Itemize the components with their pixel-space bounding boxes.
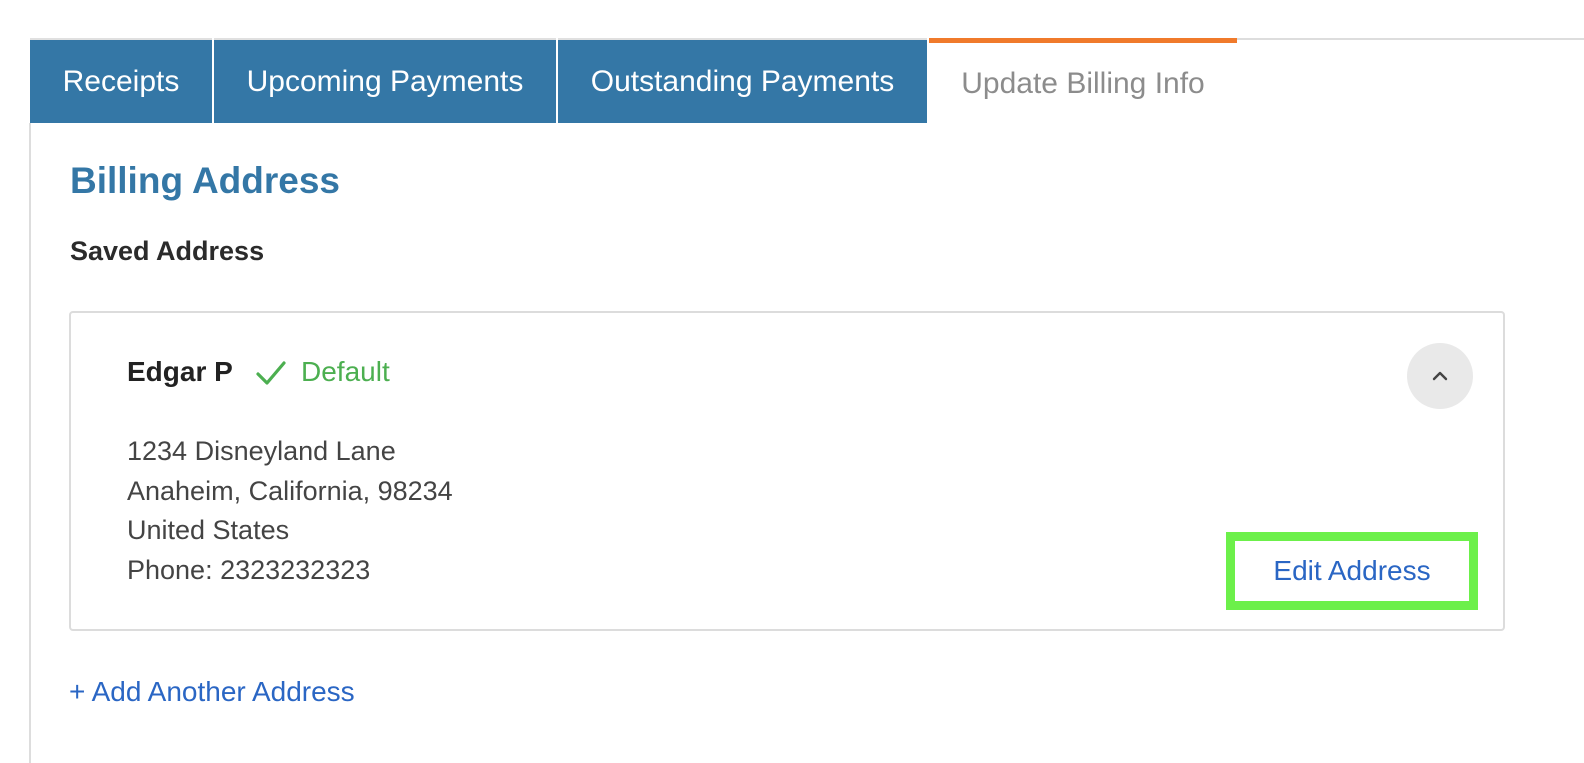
address-line-3: United States [127,515,290,545]
edit-address-link[interactable]: Edit Address [1273,555,1430,587]
default-badge: Default [301,356,390,387]
tab-upcoming-payments[interactable]: Upcoming Payments [214,38,556,123]
collapse-button[interactable] [1407,343,1473,409]
address-line-2: Anaheim, California, 98234 [127,476,453,506]
add-another-address-link[interactable]: + Add Another Address [69,676,355,708]
edit-address-highlight: Edit Address [1226,532,1478,610]
tab-upcoming-payments-label: Upcoming Payments [246,64,524,98]
section-title: Billing Address [70,160,341,201]
tab-outstanding-payments[interactable]: Outstanding Payments [558,38,927,123]
address-line-1: 1234 Disneyland Lane [127,436,396,466]
tab-bar-divider [1237,38,1584,40]
chevron-up-icon [1432,371,1448,381]
address-name: Edgar P [127,356,233,387]
tab-receipts[interactable]: Receipts [30,38,212,123]
saved-address-label: Saved Address [70,236,265,266]
tab-update-billing-info-label: Update Billing Info [961,67,1205,100]
address-phone: Phone: 2323232323 [127,555,371,585]
tab-outstanding-payments-label: Outstanding Payments [590,64,895,98]
check-icon [256,361,286,385]
tab-update-billing-info[interactable]: Update Billing Info [929,38,1237,123]
tab-receipts-label: Receipts [62,64,180,98]
tab-bar: Receipts Upcoming Payments Outstanding P… [30,38,1584,123]
